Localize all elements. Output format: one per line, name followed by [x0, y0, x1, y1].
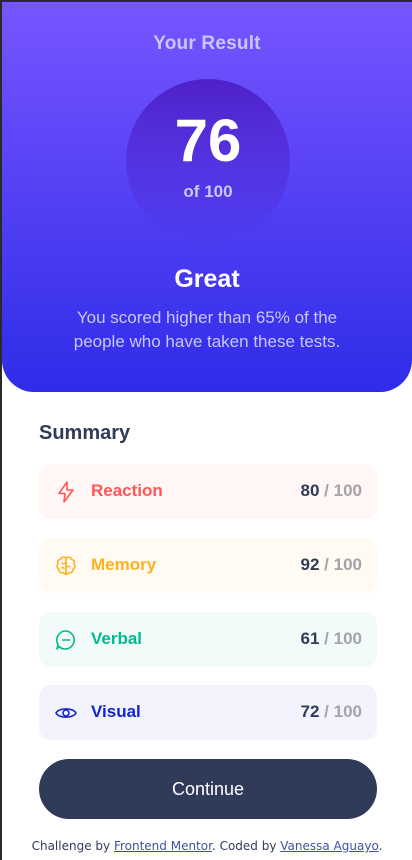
- score-circle: 76 of 100: [126, 79, 290, 243]
- score-max: of 100: [183, 182, 233, 201]
- attribution: Challenge by Frontend Mentor. Coded by V…: [31, 839, 383, 853]
- summary-item-label: Reaction: [91, 481, 163, 500]
- grade-label: Great: [174, 265, 240, 293]
- result-panel: Your Result 76 of 100 Great You scored h…: [2, 2, 412, 392]
- eye-icon: [54, 701, 78, 725]
- summary-item-verbal: Verbal 61 / 100: [39, 612, 377, 667]
- summary-item-label: Verbal: [91, 629, 143, 648]
- summary-item-reaction: Reaction 80 / 100: [39, 464, 377, 519]
- results-card: Your Result 76 of 100 Great You scored h…: [2, 2, 412, 860]
- result-message: You scored higher than 65% of the people…: [73, 308, 341, 351]
- summary-title: Summary: [39, 422, 131, 444]
- summary-item-label: Visual: [91, 702, 141, 721]
- summary-item-score: 80 / 100: [300, 481, 362, 500]
- summary-item-score: 92 / 100: [300, 555, 362, 574]
- summary-item-label: Memory: [91, 555, 157, 574]
- summary-item-score: 72 / 100: [300, 702, 362, 721]
- frontend-mentor-link[interactable]: Frontend Mentor: [114, 839, 212, 853]
- chat-bubble-icon: [54, 628, 78, 652]
- summary-item-memory: Memory 92 / 100: [39, 538, 377, 593]
- continue-button[interactable]: Continue: [39, 759, 377, 819]
- summary-item-score: 61 / 100: [300, 629, 362, 648]
- result-title: Your Result: [153, 33, 261, 54]
- author-link[interactable]: Vanessa Aguayo: [280, 839, 378, 853]
- brain-icon: [54, 554, 78, 578]
- score-value: 76: [174, 107, 242, 174]
- lightning-bolt-icon: [54, 480, 78, 504]
- summary-item-visual: Visual 72 / 100: [39, 685, 377, 740]
